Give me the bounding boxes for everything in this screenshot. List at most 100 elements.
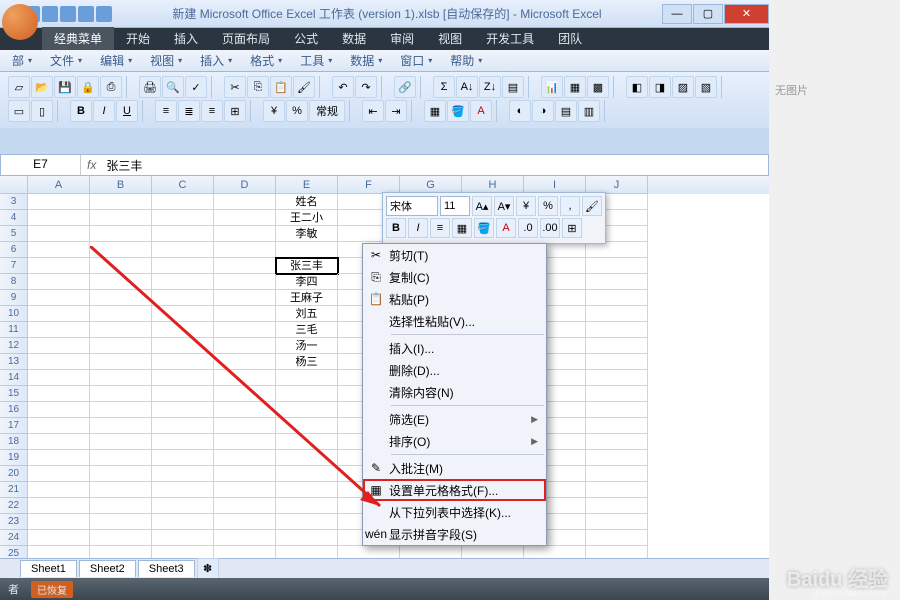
cell[interactable] xyxy=(152,370,214,386)
tab-developer[interactable]: 开发工具 xyxy=(474,27,546,50)
cell[interactable]: 三毛 xyxy=(276,322,338,338)
cell[interactable] xyxy=(28,418,90,434)
cell[interactable]: 王麻子 xyxy=(276,290,338,306)
context-menu-item[interactable]: ✎入批注(M) xyxy=(363,457,546,479)
cell[interactable] xyxy=(152,482,214,498)
cell[interactable] xyxy=(152,290,214,306)
cell[interactable]: 张三丰 xyxy=(276,258,338,274)
cell[interactable] xyxy=(586,242,648,258)
indent-dec-icon[interactable]: ⇤ xyxy=(362,100,384,122)
cell[interactable] xyxy=(152,498,214,514)
row-header[interactable]: 11 xyxy=(0,322,28,338)
row-header[interactable]: 5 xyxy=(0,226,28,242)
toolbar-icon[interactable]: ▨ xyxy=(672,76,694,98)
cell[interactable] xyxy=(276,530,338,546)
col-header[interactable]: E xyxy=(276,176,338,194)
mini-border-icon[interactable]: ▦ xyxy=(452,218,472,238)
cell[interactable] xyxy=(214,466,276,482)
cell[interactable] xyxy=(28,338,90,354)
office-orb-button[interactable] xyxy=(2,4,38,40)
toolbar-icon[interactable]: ◐ xyxy=(509,100,531,122)
cell[interactable]: 李四 xyxy=(276,274,338,290)
menu-window[interactable]: 窗口 xyxy=(392,50,440,71)
cell[interactable] xyxy=(28,370,90,386)
context-menu-item[interactable]: 排序(O)▶ xyxy=(363,430,546,452)
cell[interactable] xyxy=(586,514,648,530)
sheet-tab[interactable]: Sheet3 xyxy=(138,560,195,577)
cell[interactable] xyxy=(276,482,338,498)
cell[interactable] xyxy=(90,482,152,498)
cell[interactable] xyxy=(276,386,338,402)
tab-page-layout[interactable]: 页面布局 xyxy=(210,27,282,50)
cell[interactable] xyxy=(152,466,214,482)
cell[interactable] xyxy=(90,370,152,386)
context-menu-item[interactable]: wén显示拼音字段(S) xyxy=(363,523,546,545)
cell[interactable] xyxy=(214,370,276,386)
cell[interactable] xyxy=(90,418,152,434)
cell[interactable] xyxy=(28,290,90,306)
cell[interactable] xyxy=(152,418,214,434)
row-header[interactable]: 6 xyxy=(0,242,28,258)
row-header[interactable]: 4 xyxy=(0,210,28,226)
cell[interactable] xyxy=(28,210,90,226)
mini-font-select[interactable] xyxy=(386,196,438,216)
context-menu-item[interactable]: 从下拉列表中选择(K)... xyxy=(363,501,546,523)
mini-increase-decimal-icon[interactable]: .00 xyxy=(540,218,560,238)
new-sheet-icon[interactable]: ✽ xyxy=(197,558,219,580)
cell[interactable] xyxy=(90,498,152,514)
font-color-icon[interactable]: A xyxy=(470,100,492,122)
cell[interactable] xyxy=(152,530,214,546)
mini-grow-font-icon[interactable]: A▴ xyxy=(472,196,492,216)
context-menu-item[interactable]: ▦设置单元格格式(F)... xyxy=(363,479,546,501)
cell[interactable]: 李敏 xyxy=(276,226,338,242)
mini-currency-icon[interactable]: ¥ xyxy=(516,196,536,216)
cell[interactable] xyxy=(28,194,90,210)
status-recovered-button[interactable]: 已恢复 xyxy=(31,581,73,598)
open-icon[interactable]: 📂 xyxy=(31,76,53,98)
row-header[interactable]: 16 xyxy=(0,402,28,418)
cell[interactable] xyxy=(28,402,90,418)
cell[interactable] xyxy=(152,402,214,418)
toolbar-icon[interactable]: ▩ xyxy=(587,76,609,98)
menu-all[interactable]: 部 xyxy=(4,50,40,71)
row-header[interactable]: 23 xyxy=(0,514,28,530)
row-header[interactable]: 19 xyxy=(0,450,28,466)
cell[interactable] xyxy=(214,338,276,354)
row-header[interactable]: 13 xyxy=(0,354,28,370)
cell[interactable] xyxy=(90,306,152,322)
sort-asc-icon[interactable]: A↓ xyxy=(456,76,478,98)
cell[interactable] xyxy=(28,242,90,258)
cell[interactable] xyxy=(152,226,214,242)
cell[interactable] xyxy=(586,386,648,402)
toolbar-icon[interactable]: ▥ xyxy=(578,100,600,122)
col-header[interactable]: C xyxy=(152,176,214,194)
cell[interactable] xyxy=(152,338,214,354)
cell[interactable] xyxy=(28,226,90,242)
cell[interactable] xyxy=(214,258,276,274)
cell[interactable] xyxy=(90,434,152,450)
toolbar-icon[interactable]: ▭ xyxy=(8,100,30,122)
cell[interactable] xyxy=(90,338,152,354)
fill-color-icon[interactable]: 🪣 xyxy=(447,100,469,122)
cell[interactable] xyxy=(214,530,276,546)
sort-desc-icon[interactable]: Z↓ xyxy=(479,76,501,98)
cell[interactable] xyxy=(28,514,90,530)
toolbar-icon[interactable]: ▤ xyxy=(555,100,577,122)
mini-italic-button[interactable]: I xyxy=(408,218,428,238)
cell[interactable] xyxy=(586,482,648,498)
copy-icon[interactable]: ⎘ xyxy=(247,76,269,98)
cell[interactable] xyxy=(152,322,214,338)
row-header[interactable]: 22 xyxy=(0,498,28,514)
fx-icon[interactable]: fx xyxy=(81,158,102,172)
cell[interactable] xyxy=(276,514,338,530)
cell[interactable] xyxy=(586,418,648,434)
cell[interactable] xyxy=(214,306,276,322)
cell[interactable] xyxy=(152,242,214,258)
cell[interactable] xyxy=(28,466,90,482)
tab-insert[interactable]: 插入 xyxy=(162,27,210,50)
context-menu-item[interactable]: 📋粘贴(P) xyxy=(363,288,546,310)
cell[interactable]: 汤一 xyxy=(276,338,338,354)
toolbar-icon[interactable]: ▧ xyxy=(695,76,717,98)
menu-insert[interactable]: 插入 xyxy=(192,50,240,71)
cell[interactable] xyxy=(214,322,276,338)
